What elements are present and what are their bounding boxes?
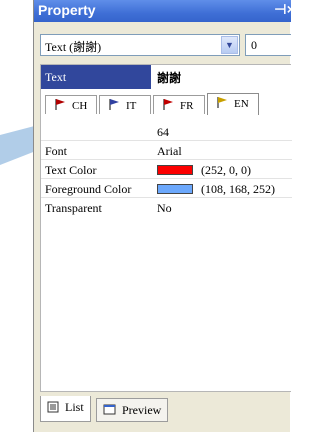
index-spinner-value: 0 bbox=[251, 38, 257, 52]
property-value[interactable]: 64 bbox=[157, 125, 169, 140]
tab-label: List bbox=[65, 400, 84, 414]
property-name-text: Text bbox=[41, 65, 151, 89]
tab-en[interactable]: EN bbox=[207, 93, 259, 115]
tab-ch[interactable]: CH bbox=[45, 95, 97, 114]
preview-icon bbox=[103, 404, 116, 420]
color-swatch[interactable] bbox=[157, 184, 193, 194]
tab-label: EN bbox=[234, 98, 249, 110]
pin-icon[interactable]: ⊣× bbox=[274, 1, 295, 18]
tab-label: FR bbox=[180, 100, 194, 112]
color-swatch[interactable] bbox=[157, 165, 193, 175]
flag-icon bbox=[54, 98, 66, 112]
row-divider bbox=[41, 159, 292, 160]
flag-icon bbox=[108, 98, 120, 112]
object-selector-value: Text (謝謝) bbox=[45, 40, 102, 54]
property-grid: Text 謝謝 CH IT FR EN 64 Font Arial Text C… bbox=[40, 64, 292, 392]
view-tabs: List Preview bbox=[40, 396, 291, 424]
panel-title: Property bbox=[38, 2, 96, 18]
chevron-down-icon[interactable]: ▼ bbox=[221, 36, 238, 54]
tab-fr[interactable]: FR bbox=[153, 95, 205, 114]
property-name: Font bbox=[45, 144, 68, 158]
flag-icon bbox=[162, 98, 174, 112]
object-selector-row: Text (謝謝) ▼ 0 bbox=[34, 34, 291, 58]
property-name: Foreground Color bbox=[45, 182, 132, 196]
index-spinner[interactable]: 0 bbox=[245, 34, 291, 56]
row-divider bbox=[41, 178, 292, 179]
property-row-font[interactable]: Font Arial bbox=[41, 142, 292, 160]
tab-label: Preview bbox=[122, 403, 162, 417]
property-name: Transparent bbox=[45, 201, 102, 215]
property-row-text-color[interactable]: Text Color (252, 0, 0) bbox=[41, 161, 292, 179]
property-value[interactable]: (252, 0, 0) bbox=[201, 163, 251, 178]
property-value[interactable]: Arial bbox=[157, 144, 182, 159]
row-divider bbox=[41, 140, 292, 141]
title-bar: Property ⊣× bbox=[34, 0, 295, 22]
list-icon bbox=[47, 401, 59, 417]
property-row-text[interactable]: Text 謝謝 bbox=[41, 65, 292, 89]
property-value[interactable]: (108, 168, 252) bbox=[201, 182, 275, 197]
property-row-transparent[interactable]: Transparent No bbox=[41, 199, 292, 217]
tab-it[interactable]: IT bbox=[99, 95, 151, 114]
property-value[interactable]: No bbox=[157, 201, 172, 216]
language-tabs: CH IT FR EN bbox=[45, 93, 260, 115]
tab-list[interactable]: List bbox=[40, 396, 91, 422]
row-divider bbox=[41, 197, 292, 198]
property-row-foreground-color[interactable]: Foreground Color (108, 168, 252) bbox=[41, 180, 292, 198]
property-value-text[interactable]: 謝謝 bbox=[157, 69, 181, 86]
tab-label: CH bbox=[72, 100, 88, 112]
property-panel: Property ⊣× Text (謝謝) ▼ 0 Text 謝謝 CH IT … bbox=[33, 0, 295, 432]
property-name: Text Color bbox=[45, 163, 97, 177]
tab-label: IT bbox=[126, 100, 137, 112]
flag-icon bbox=[216, 96, 228, 110]
property-row-size[interactable]: 64 bbox=[41, 123, 292, 141]
tab-preview[interactable]: Preview bbox=[96, 398, 169, 422]
object-selector-dropdown[interactable]: Text (謝謝) ▼ bbox=[40, 34, 240, 56]
